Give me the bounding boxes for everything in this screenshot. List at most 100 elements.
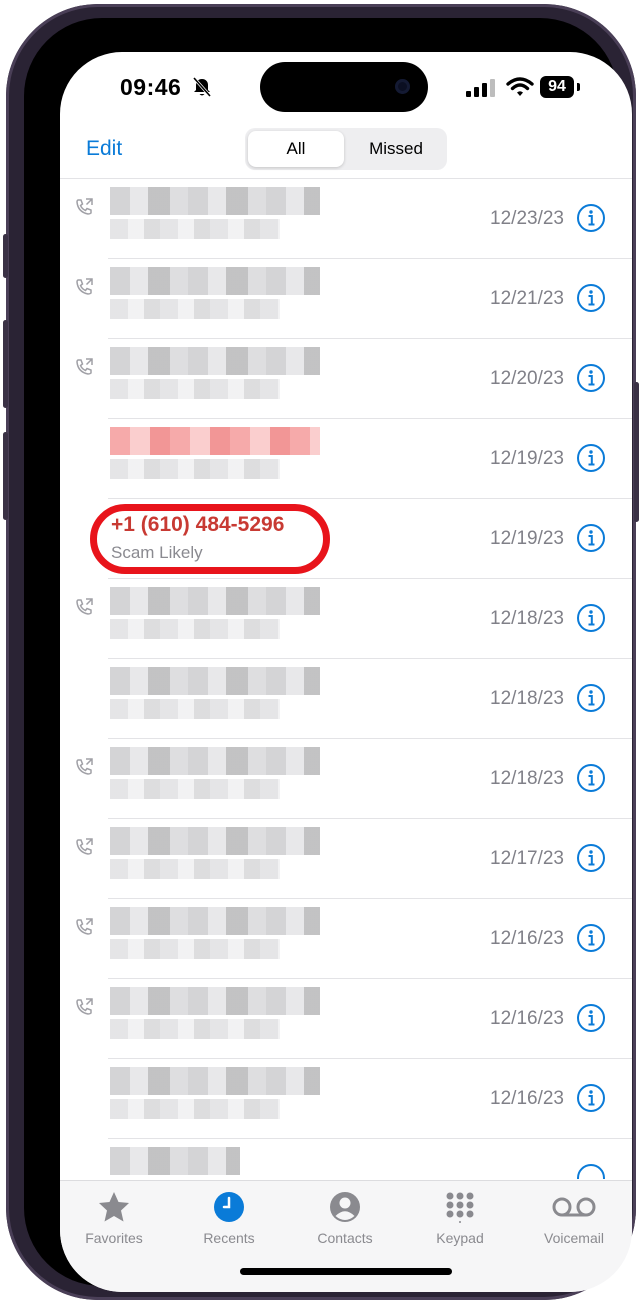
nav-bar: Edit All Missed xyxy=(60,122,632,179)
info-circle-icon[interactable] xyxy=(576,283,606,313)
call-date: 12/16/23 xyxy=(490,928,564,949)
silent-bell-icon xyxy=(192,77,212,97)
info-circle-icon[interactable] xyxy=(576,683,606,713)
edit-button[interactable]: Edit xyxy=(86,137,122,161)
status-time: 09:46 xyxy=(120,74,182,100)
contact-name-redacted xyxy=(110,747,320,775)
contact-label-redacted xyxy=(110,459,280,479)
tab-contacts[interactable]: Contacts xyxy=(295,1191,395,1246)
contact-label-redacted xyxy=(110,1019,280,1039)
contact-label-redacted xyxy=(110,939,280,959)
call-date: 12/19/23 xyxy=(490,448,564,469)
contact-name-redacted xyxy=(110,827,320,855)
call-date: 12/18/23 xyxy=(490,688,564,709)
call-row[interactable]: 12/16/23 xyxy=(60,1059,632,1139)
outgoing-call-icon xyxy=(76,838,93,855)
keypad-icon xyxy=(446,1192,474,1223)
call-row[interactable]: 12/18/23 xyxy=(60,739,632,819)
contact-label-redacted xyxy=(110,1099,280,1119)
cellular-signal-icon xyxy=(466,79,495,97)
info-circle-icon[interactable] xyxy=(576,203,606,233)
info-circle-icon[interactable] xyxy=(576,843,606,873)
clock-icon xyxy=(214,1192,244,1222)
highlight-circle xyxy=(90,504,330,574)
info-circle-icon[interactable] xyxy=(576,1083,606,1113)
outgoing-call-icon xyxy=(76,278,93,295)
call-row[interactable]: 12/18/23 xyxy=(60,659,632,739)
call-row[interactable]: 12/21/23 xyxy=(60,259,632,339)
call-date: 12/23/23 xyxy=(490,208,564,229)
tab-bar: Favorites Recents Contacts Keypad Voicem… xyxy=(60,1180,632,1292)
contact-name-redacted xyxy=(110,427,320,455)
call-row-partial[interactable] xyxy=(60,1139,632,1179)
person-circle-icon xyxy=(330,1192,360,1222)
tab-recents[interactable]: Recents xyxy=(179,1191,279,1246)
battery-nub xyxy=(577,83,580,91)
dynamic-island xyxy=(260,62,428,112)
tab-label: Keypad xyxy=(436,1230,484,1246)
battery-indicator: 94 xyxy=(540,76,574,98)
contact-label-redacted xyxy=(110,379,280,399)
tab-label: Favorites xyxy=(85,1230,143,1246)
tab-favorites[interactable]: Favorites xyxy=(64,1191,164,1246)
tab-voicemail[interactable]: Voicemail xyxy=(524,1191,624,1246)
volume-down-button xyxy=(3,432,8,520)
contact-name-redacted xyxy=(110,1147,240,1175)
contact-name-redacted xyxy=(110,907,320,935)
call-row-scam[interactable]: +1 (610) 484-5296 Scam Likely 12/19/23 xyxy=(60,499,632,579)
wifi-icon xyxy=(506,77,534,96)
info-circle-icon[interactable] xyxy=(576,1003,606,1033)
call-row[interactable]: 12/18/23 xyxy=(60,579,632,659)
call-date: 12/18/23 xyxy=(490,768,564,789)
info-circle-icon[interactable] xyxy=(576,603,606,633)
outgoing-call-icon xyxy=(76,918,93,935)
call-date: 12/19/23 xyxy=(490,528,564,549)
outgoing-call-icon xyxy=(76,998,93,1015)
tab-label: Recents xyxy=(203,1230,255,1246)
home-indicator[interactable] xyxy=(240,1268,452,1275)
contact-name-redacted xyxy=(110,987,320,1015)
segment-missed[interactable]: Missed xyxy=(348,131,444,167)
info-circle-icon[interactable] xyxy=(576,443,606,473)
call-row[interactable]: 12/17/23 xyxy=(60,819,632,899)
phone-frame: 09:46 94 Edit All Missed 12/23/23 12/21/… xyxy=(3,4,639,1300)
power-button xyxy=(634,382,639,522)
contact-label-redacted xyxy=(110,699,280,719)
star-icon xyxy=(99,1192,129,1222)
contact-name-redacted xyxy=(110,587,320,615)
tab-keypad[interactable]: Keypad xyxy=(410,1191,510,1246)
recents-list: 12/23/23 12/21/23 12/20/23 12/19/23 +1 (… xyxy=(60,179,632,1179)
call-date: 12/21/23 xyxy=(490,288,564,309)
call-row[interactable]: 12/20/23 xyxy=(60,339,632,419)
call-row[interactable]: 12/16/23 xyxy=(60,899,632,979)
contact-label-redacted xyxy=(110,779,280,799)
screen: 09:46 94 Edit All Missed 12/23/23 12/21/… xyxy=(60,52,632,1292)
info-circle-icon[interactable] xyxy=(576,1163,606,1179)
action-button xyxy=(3,234,8,278)
call-date: 12/18/23 xyxy=(490,608,564,629)
segment-all[interactable]: All xyxy=(248,131,344,167)
info-circle-icon[interactable] xyxy=(576,923,606,953)
call-row[interactable]: 12/23/23 xyxy=(60,179,632,259)
voicemail-icon xyxy=(552,1197,596,1217)
call-date: 12/16/23 xyxy=(490,1088,564,1109)
contact-label-redacted xyxy=(110,619,280,639)
call-row[interactable]: 12/16/23 xyxy=(60,979,632,1059)
outgoing-call-icon xyxy=(76,198,93,215)
info-circle-icon[interactable] xyxy=(576,523,606,553)
call-date: 12/17/23 xyxy=(490,848,564,869)
contact-name-redacted xyxy=(110,347,320,375)
volume-up-button xyxy=(3,320,8,408)
outgoing-call-icon xyxy=(76,758,93,775)
tab-label: Contacts xyxy=(317,1230,373,1246)
outgoing-call-icon xyxy=(76,358,93,375)
call-row-missed[interactable]: 12/19/23 xyxy=(60,419,632,499)
contact-name-redacted xyxy=(110,267,320,295)
outgoing-call-icon xyxy=(76,598,93,615)
info-circle-icon[interactable] xyxy=(576,363,606,393)
contact-label-redacted xyxy=(110,219,280,239)
contact-label-redacted xyxy=(110,299,280,319)
info-circle-icon[interactable] xyxy=(576,763,606,793)
filter-segmented-control: All Missed xyxy=(245,128,447,170)
call-date: 12/20/23 xyxy=(490,368,564,389)
